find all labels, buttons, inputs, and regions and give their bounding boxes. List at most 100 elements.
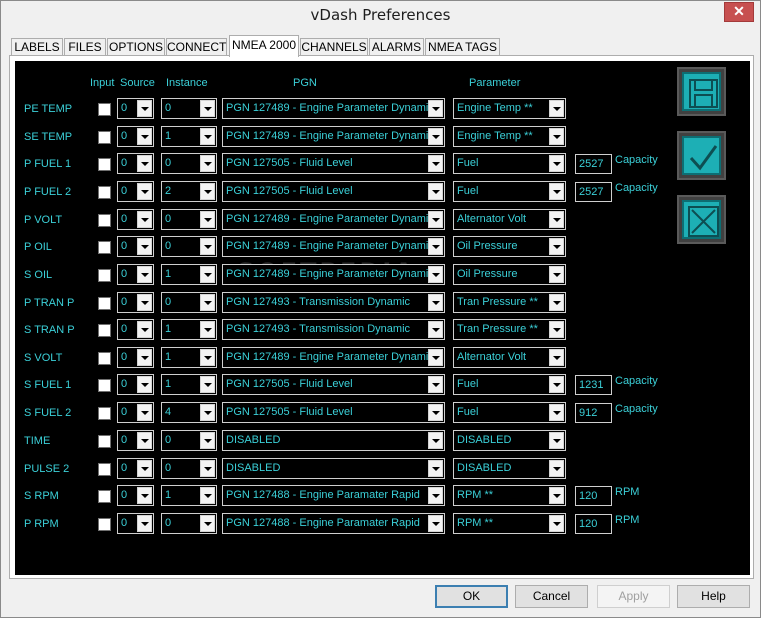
source-select[interactable]: 0 (117, 347, 154, 368)
chevron-down-icon[interactable] (137, 100, 152, 117)
instance-select[interactable]: 1 (161, 374, 217, 395)
chevron-down-icon[interactable] (200, 515, 215, 532)
pgn-select[interactable]: PGN 127505 - Fluid Level (222, 402, 445, 423)
instance-select[interactable]: 0 (161, 292, 217, 313)
chevron-down-icon[interactable] (200, 155, 215, 172)
chevron-down-icon[interactable] (200, 460, 215, 477)
tab-nmea-tags[interactable]: NMEA TAGS (425, 38, 500, 56)
chevron-down-icon[interactable] (200, 376, 215, 393)
chevron-down-icon[interactable] (200, 266, 215, 283)
parameter-select[interactable]: Fuel (453, 153, 566, 174)
chevron-down-icon[interactable] (200, 487, 215, 504)
chevron-down-icon[interactable] (428, 294, 443, 311)
parameter-select[interactable]: DISABLED (453, 430, 566, 451)
chevron-down-icon[interactable] (428, 238, 443, 255)
discard-button[interactable] (677, 195, 726, 244)
input-checkbox[interactable] (98, 324, 111, 337)
chevron-down-icon[interactable] (428, 404, 443, 421)
pgn-select[interactable]: PGN 127493 - Transmission Dynamic (222, 292, 445, 313)
input-checkbox[interactable] (98, 435, 111, 448)
tab-nmea-2000[interactable]: NMEA 2000 (229, 35, 299, 57)
help-button[interactable]: Help (677, 585, 750, 608)
pgn-select[interactable]: PGN 127489 - Engine Parameter Dynamic (222, 209, 445, 230)
chevron-down-icon[interactable] (137, 432, 152, 449)
parameter-select[interactable]: Fuel (453, 181, 566, 202)
chevron-down-icon[interactable] (137, 294, 152, 311)
chevron-down-icon[interactable] (200, 211, 215, 228)
input-checkbox[interactable] (98, 214, 111, 227)
pgn-select[interactable]: PGN 127489 - Engine Parameter Dynamic (222, 264, 445, 285)
chevron-down-icon[interactable] (428, 349, 443, 366)
instance-select[interactable]: 2 (161, 181, 217, 202)
pgn-select[interactable]: PGN 127489 - Engine Parameter Dynamic (222, 98, 445, 119)
input-checkbox[interactable] (98, 103, 111, 116)
chevron-down-icon[interactable] (549, 321, 564, 338)
instance-select[interactable]: 0 (161, 236, 217, 257)
chevron-down-icon[interactable] (137, 211, 152, 228)
accept-button[interactable] (677, 131, 726, 180)
parameter-select[interactable]: Alternator Volt (453, 209, 566, 230)
source-select[interactable]: 0 (117, 458, 154, 479)
chevron-down-icon[interactable] (200, 100, 215, 117)
chevron-down-icon[interactable] (549, 376, 564, 393)
parameter-select[interactable]: Fuel (453, 402, 566, 423)
tab-labels[interactable]: LABELS (11, 38, 63, 56)
chevron-down-icon[interactable] (137, 404, 152, 421)
input-checkbox[interactable] (98, 269, 111, 282)
source-select[interactable]: 0 (117, 236, 154, 257)
chevron-down-icon[interactable] (428, 183, 443, 200)
tab-options[interactable]: OPTIONS (107, 38, 165, 56)
parameter-select[interactable]: Engine Temp ** (453, 126, 566, 147)
chevron-down-icon[interactable] (549, 294, 564, 311)
chevron-down-icon[interactable] (428, 321, 443, 338)
pgn-select[interactable]: PGN 127493 - Transmission Dynamic (222, 319, 445, 340)
chevron-down-icon[interactable] (549, 460, 564, 477)
chevron-down-icon[interactable] (137, 515, 152, 532)
chevron-down-icon[interactable] (137, 321, 152, 338)
value-field[interactable]: 120 (575, 514, 612, 534)
chevron-down-icon[interactable] (200, 349, 215, 366)
instance-select[interactable]: 1 (161, 126, 217, 147)
chevron-down-icon[interactable] (549, 183, 564, 200)
instance-select[interactable]: 0 (161, 430, 217, 451)
instance-select[interactable]: 0 (161, 98, 217, 119)
chevron-down-icon[interactable] (549, 515, 564, 532)
chevron-down-icon[interactable] (137, 266, 152, 283)
parameter-select[interactable]: DISABLED (453, 458, 566, 479)
source-select[interactable]: 0 (117, 292, 154, 313)
input-checkbox[interactable] (98, 131, 111, 144)
pgn-select[interactable]: PGN 127488 - Engine Paramater Rapid (222, 513, 445, 534)
pgn-select[interactable]: PGN 127505 - Fluid Level (222, 181, 445, 202)
chevron-down-icon[interactable] (137, 460, 152, 477)
chevron-down-icon[interactable] (428, 432, 443, 449)
cancel-button[interactable]: Cancel (515, 585, 588, 608)
source-select[interactable]: 0 (117, 126, 154, 147)
chevron-down-icon[interactable] (200, 238, 215, 255)
chevron-down-icon[interactable] (137, 487, 152, 504)
chevron-down-icon[interactable] (428, 128, 443, 145)
chevron-down-icon[interactable] (428, 211, 443, 228)
chevron-down-icon[interactable] (549, 432, 564, 449)
source-select[interactable]: 0 (117, 402, 154, 423)
tab-channels[interactable]: CHANNELS (300, 38, 368, 56)
source-select[interactable]: 0 (117, 485, 154, 506)
value-field[interactable]: 2527 (575, 154, 612, 174)
chevron-down-icon[interactable] (549, 211, 564, 228)
chevron-down-icon[interactable] (549, 155, 564, 172)
chevron-down-icon[interactable] (428, 515, 443, 532)
instance-select[interactable]: 1 (161, 319, 217, 340)
parameter-select[interactable]: Tran Pressure ** (453, 319, 566, 340)
chevron-down-icon[interactable] (137, 376, 152, 393)
input-checkbox[interactable] (98, 186, 111, 199)
chevron-down-icon[interactable] (549, 404, 564, 421)
input-checkbox[interactable] (98, 490, 111, 503)
source-select[interactable]: 0 (117, 513, 154, 534)
chevron-down-icon[interactable] (200, 432, 215, 449)
input-checkbox[interactable] (98, 352, 111, 365)
source-select[interactable]: 0 (117, 319, 154, 340)
instance-select[interactable]: 0 (161, 458, 217, 479)
value-field[interactable]: 2527 (575, 182, 612, 202)
instance-select[interactable]: 1 (161, 347, 217, 368)
chevron-down-icon[interactable] (549, 349, 564, 366)
chevron-down-icon[interactable] (549, 238, 564, 255)
